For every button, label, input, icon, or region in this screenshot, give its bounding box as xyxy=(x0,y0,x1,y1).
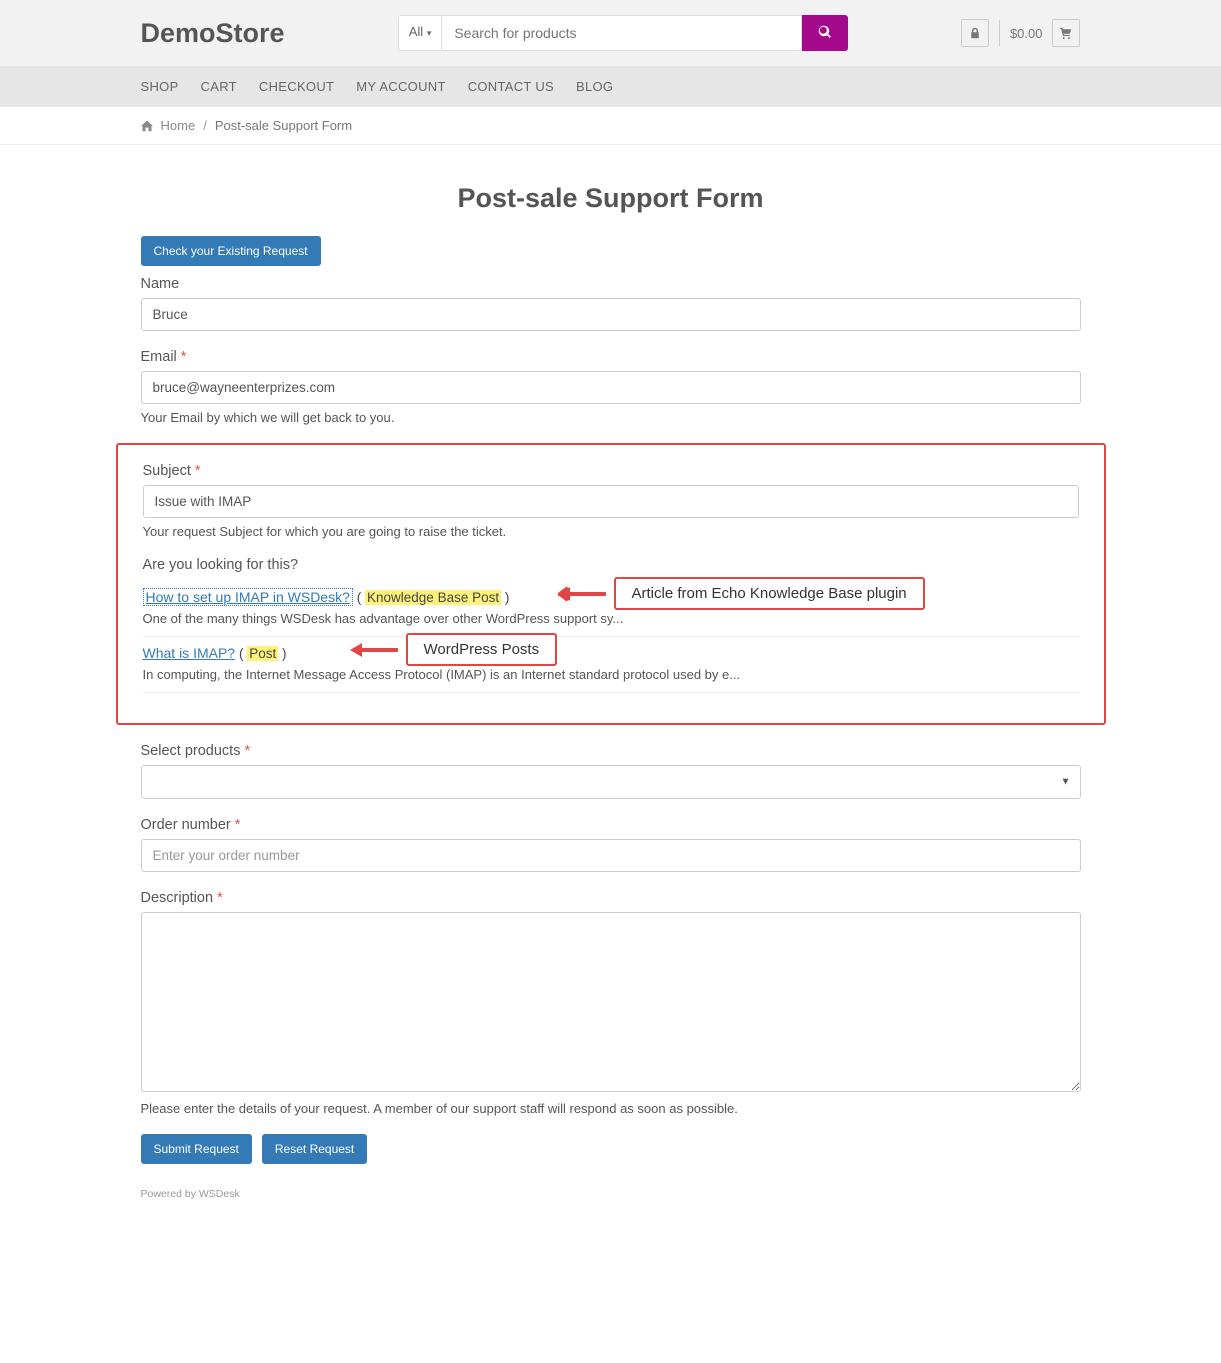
name-input[interactable] xyxy=(141,298,1081,331)
nav-contact[interactable]: CONTACT US xyxy=(468,79,554,94)
main-nav: SHOP CART CHECKOUT MY ACCOUNT CONTACT US… xyxy=(0,66,1221,107)
check-request-button[interactable]: Check your Existing Request xyxy=(141,236,321,266)
cart-button[interactable] xyxy=(1052,19,1080,47)
email-input[interactable] xyxy=(141,371,1081,404)
name-label: Name xyxy=(141,276,1081,292)
subject-input[interactable] xyxy=(143,485,1079,518)
suggestion-link-0[interactable]: How to set up IMAP in WSDesk? xyxy=(143,588,353,606)
breadcrumb: Home / Post-sale Support Form xyxy=(0,107,1221,145)
suggestion-category-0: ( Knowledge Base Post ) xyxy=(357,590,510,605)
suggestion-excerpt-0: One of the many things WSDesk has advant… xyxy=(143,611,1079,626)
suggestion-item-1: What is IMAP? ( Post ) WordPress Posts I… xyxy=(143,637,1079,693)
products-label: Select products * xyxy=(141,743,1081,759)
breadcrumb-current: Post-sale Support Form xyxy=(215,118,352,133)
annotation-callout-1: WordPress Posts xyxy=(350,633,558,666)
annotation-callout-0: Article from Echo Knowledge Base plugin xyxy=(558,577,925,610)
suggestions-title: Are you looking for this? xyxy=(143,557,1079,573)
products-select[interactable] xyxy=(141,765,1081,799)
nav-checkout[interactable]: CHECKOUT xyxy=(259,79,334,94)
suggestion-link-1[interactable]: What is IMAP? xyxy=(143,645,236,661)
header-right: $0.00 xyxy=(961,19,1081,47)
nav-blog[interactable]: BLOG xyxy=(576,79,613,94)
home-icon xyxy=(141,120,153,132)
cart-icon xyxy=(1060,27,1072,39)
lock-icon xyxy=(969,27,981,39)
powered-by: Powered by WSDesk xyxy=(141,1188,1081,1200)
arrow-icon xyxy=(558,585,606,603)
subject-help: Your request Subject for which you are g… xyxy=(143,524,1079,539)
suggestion-item-0: How to set up IMAP in WSDesk? ( Knowledg… xyxy=(143,581,1079,637)
order-input[interactable] xyxy=(141,839,1081,872)
search-group: All ▾ xyxy=(398,15,848,51)
reset-button[interactable]: Reset Request xyxy=(262,1134,367,1164)
search-icon xyxy=(818,25,832,39)
login-button[interactable] xyxy=(961,19,989,47)
description-label: Description * xyxy=(141,890,1081,906)
search-button[interactable] xyxy=(802,15,848,51)
arrow-icon xyxy=(350,641,398,659)
breadcrumb-home[interactable]: Home xyxy=(161,118,196,133)
divider xyxy=(999,20,1000,46)
highlight-annotation-box: Subject * Your request Subject for which… xyxy=(116,443,1106,725)
annotation-text-1: WordPress Posts xyxy=(406,633,558,666)
email-help: Your Email by which we will get back to … xyxy=(141,410,1081,425)
nav-shop[interactable]: SHOP xyxy=(141,79,179,94)
submit-button[interactable]: Submit Request xyxy=(141,1134,252,1164)
description-textarea[interactable] xyxy=(141,912,1081,1092)
search-category-select[interactable]: All ▾ xyxy=(398,15,442,51)
nav-cart[interactable]: CART xyxy=(201,79,237,94)
order-label: Order number * xyxy=(141,817,1081,833)
cart-total: $0.00 xyxy=(1010,26,1043,41)
suggestion-excerpt-1: In computing, the Internet Message Acces… xyxy=(143,667,1079,682)
store-logo[interactable]: DemoStore xyxy=(141,18,285,49)
nav-account[interactable]: MY ACCOUNT xyxy=(356,79,445,94)
suggestion-category-1: ( Post ) xyxy=(239,646,287,661)
search-input[interactable] xyxy=(441,15,801,51)
annotation-text-0: Article from Echo Knowledge Base plugin xyxy=(614,577,925,610)
subject-label: Subject * xyxy=(143,463,1079,479)
description-help: Please enter the details of your request… xyxy=(141,1101,1081,1116)
page-title: Post-sale Support Form xyxy=(0,183,1221,214)
email-label: Email * xyxy=(141,349,1081,365)
breadcrumb-sep: / xyxy=(203,118,207,133)
header-bar: DemoStore All ▾ $0.00 xyxy=(0,0,1221,66)
